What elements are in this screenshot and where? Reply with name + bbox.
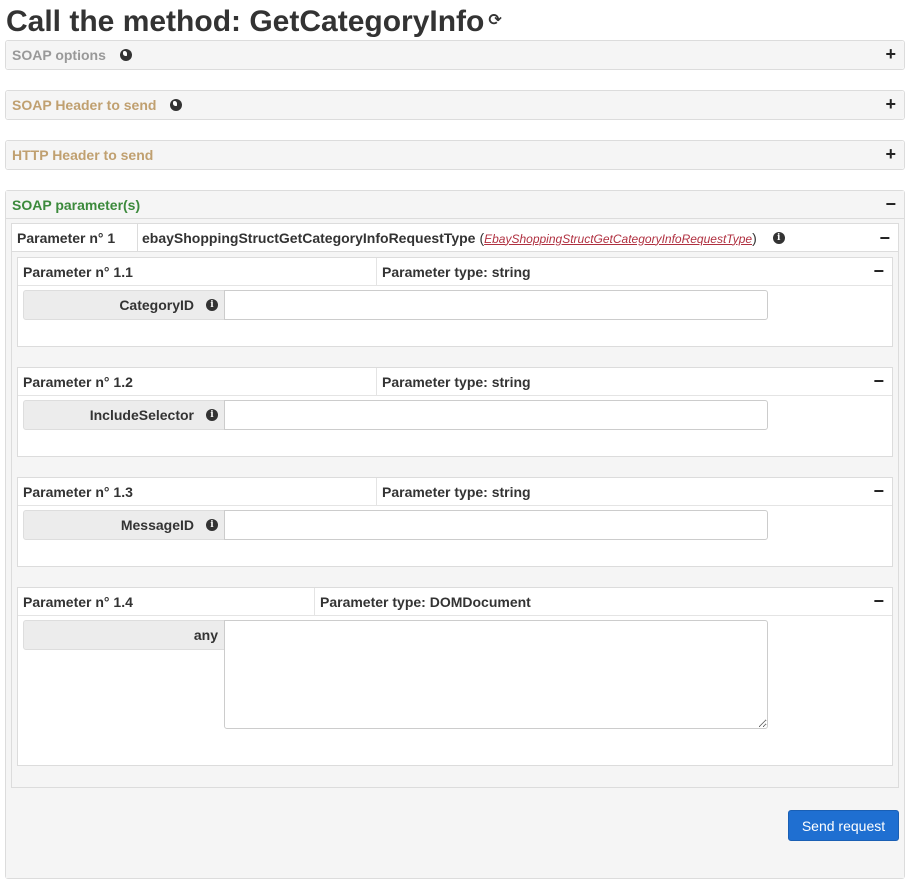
soap-options-header[interactable]: SOAP options +: [6, 41, 904, 69]
parameter-type: Parameter type: string: [382, 263, 531, 280]
collapse-toggle[interactable]: −: [873, 482, 884, 500]
parameter-1-3-header: Parameter n° 1.3 Parameter type: string …: [18, 478, 892, 506]
page-title: Call the method: GetCategoryInfo ⟳: [6, 2, 502, 41]
globe-icon: [170, 99, 183, 111]
info-icon[interactable]: i: [206, 519, 218, 531]
field-label-text: IncludeSelector: [89, 407, 194, 423]
field-label-text: CategoryID: [119, 297, 194, 313]
page-title-text: Call the method: GetCategoryInfo: [6, 5, 485, 38]
parameter-1-4: Parameter n° 1.4 Parameter type: DOMDocu…: [17, 587, 893, 766]
expand-toggle[interactable]: +: [885, 95, 896, 113]
field-label-text: MessageID: [120, 517, 194, 533]
parameter-number: Parameter n° 1.2: [18, 368, 377, 395]
parameter-1-type-wrap: (EbayShoppingStructGetCategoryInfoReques…: [479, 230, 756, 246]
info-icon[interactable]: i: [206, 299, 218, 311]
soap-params-panel: SOAP parameter(s) − Parameter n° 1 ebayS…: [5, 190, 905, 879]
soap-options-panel: SOAP options +: [5, 40, 905, 70]
parameter-1-1-header: Parameter n° 1.1 Parameter type: string …: [18, 258, 892, 286]
parameter-1-number: Parameter n° 1: [12, 224, 138, 251]
expand-toggle[interactable]: +: [885, 45, 896, 63]
field-row: IncludeSelector i: [18, 396, 892, 456]
collapse-toggle[interactable]: −: [873, 262, 884, 280]
collapse-toggle[interactable]: −: [879, 229, 890, 247]
info-icon[interactable]: i: [206, 409, 218, 421]
parameter-1-1: Parameter n° 1.1 Parameter type: string …: [17, 257, 893, 347]
parameter-number: Parameter n° 1.4: [18, 588, 315, 615]
parameter-type: Parameter type: DOMDocument: [320, 593, 531, 610]
http-header-label: HTTP Header to send: [12, 147, 154, 163]
message-id-input[interactable]: [224, 510, 768, 540]
soap-params-footer: [6, 820, 904, 878]
refresh-icon[interactable]: ⟳: [488, 2, 501, 40]
parameter-1: Parameter n° 1 ebayShoppingStructGetCate…: [11, 223, 899, 788]
soap-header-panel: SOAP Header to send +: [5, 90, 905, 120]
http-header-header[interactable]: HTTP Header to send +: [6, 141, 904, 169]
soap-params-label: SOAP parameter(s): [12, 196, 141, 213]
parameter-type: Parameter type: string: [382, 483, 531, 500]
globe-icon: [119, 49, 132, 61]
collapse-toggle[interactable]: −: [885, 195, 896, 213]
expand-toggle[interactable]: +: [885, 145, 896, 163]
field-label: CategoryID i: [23, 290, 225, 320]
parameter-1-header: Parameter n° 1 ebayShoppingStructGetCate…: [12, 224, 898, 252]
field-label-text: any: [193, 627, 218, 643]
parameter-type: Parameter type: string: [382, 373, 531, 390]
parameter-1-2-header: Parameter n° 1.2 Parameter type: string …: [18, 368, 892, 396]
category-id-input[interactable]: [224, 290, 768, 320]
parameter-number: Parameter n° 1.1: [18, 258, 377, 285]
any-textarea[interactable]: [224, 620, 768, 729]
field-row: CategoryID i: [18, 286, 892, 346]
field-row: any: [18, 616, 892, 765]
field-label: MessageID i: [23, 510, 225, 540]
send-request-button[interactable]: Send request: [788, 810, 899, 841]
info-icon[interactable]: i: [772, 231, 785, 244]
collapse-toggle[interactable]: −: [873, 372, 884, 390]
parameter-1-2: Parameter n° 1.2 Parameter type: string …: [17, 367, 893, 457]
soap-header-header[interactable]: SOAP Header to send +: [6, 91, 904, 119]
field-label: any: [23, 620, 225, 650]
parameter-1-body: Parameter n° 1.1 Parameter type: string …: [12, 252, 898, 766]
include-selector-input[interactable]: [224, 400, 768, 430]
parameter-number: Parameter n° 1.3: [18, 478, 377, 505]
soap-params-header[interactable]: SOAP parameter(s) −: [6, 191, 904, 219]
paren-close: ): [752, 229, 757, 246]
soap-options-label: SOAP options: [12, 47, 106, 63]
parameter-1-3: Parameter n° 1.3 Parameter type: string …: [17, 477, 893, 567]
soap-header-label: SOAP Header to send: [12, 97, 157, 113]
parameter-1-name: ebayShoppingStructGetCategoryInfoRequest…: [142, 229, 476, 246]
soap-params-body: Parameter n° 1 ebayShoppingStructGetCate…: [6, 219, 904, 820]
field-row: MessageID i: [18, 506, 892, 566]
http-header-panel: HTTP Header to send +: [5, 140, 905, 170]
field-label: IncludeSelector i: [23, 400, 225, 430]
parameter-1-info: ebayShoppingStructGetCategoryInfoRequest…: [138, 230, 785, 246]
parameter-1-4-header: Parameter n° 1.4 Parameter type: DOMDocu…: [18, 588, 892, 616]
collapse-toggle[interactable]: −: [873, 592, 884, 610]
parameter-1-type-link[interactable]: EbayShoppingStructGetCategoryInfoRequest…: [484, 232, 752, 246]
